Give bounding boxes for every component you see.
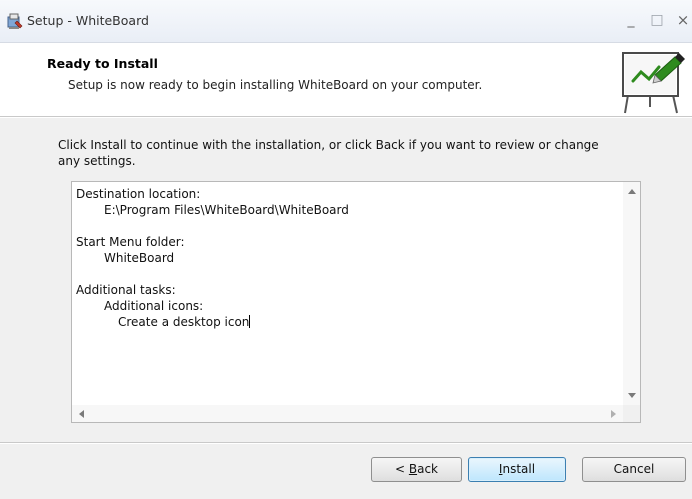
maximize-button[interactable]: □ (649, 12, 665, 28)
text-caret (249, 315, 251, 328)
scroll-down-arrow-icon[interactable] (628, 393, 636, 398)
tasks-group: Additional icons: (104, 299, 204, 313)
tasks-item: Create a desktop icon (76, 314, 616, 330)
setup-window: Setup - WhiteBoard _ □ × Ready to Instal… (0, 0, 692, 499)
page-title: Ready to Install (47, 56, 158, 71)
title-bar[interactable]: Setup - WhiteBoard _ □ × (0, 0, 692, 43)
vertical-scrollbar[interactable] (623, 182, 640, 405)
tasks-label: Additional tasks: (76, 283, 176, 297)
minimize-button[interactable]: _ (623, 12, 639, 28)
start-menu-value: WhiteBoard (104, 251, 175, 265)
tasks-item-text: Create a desktop icon (118, 315, 250, 329)
scroll-up-arrow-icon[interactable] (628, 189, 636, 194)
horizontal-scrollbar[interactable] (72, 405, 623, 422)
whiteboard-easel-icon (615, 45, 687, 115)
wizard-header: Ready to Install Setup is now ready to b… (0, 43, 692, 117)
cancel-button[interactable]: Cancel (582, 457, 686, 482)
summary-text[interactable]: Destination location: E:\Program Files\W… (76, 186, 616, 330)
back-button[interactable]: < Back (371, 457, 462, 482)
ready-summary-memo[interactable]: Destination location: E:\Program Files\W… (71, 181, 641, 423)
install-button[interactable]: Install (468, 457, 566, 482)
window-title: Setup - WhiteBoard (27, 13, 149, 28)
instructions-text: Click Install to continue with the insta… (58, 138, 599, 168)
scroll-left-arrow-icon[interactable] (79, 410, 84, 418)
page-subtitle: Setup is now ready to begin installing W… (68, 78, 483, 92)
destination-value: E:\Program Files\WhiteBoard\WhiteBoard (104, 203, 349, 217)
close-button[interactable]: × (675, 12, 691, 28)
header-divider (0, 117, 692, 118)
scrollbar-corner (623, 405, 640, 422)
setup-app-icon (6, 12, 24, 30)
scroll-right-arrow-icon[interactable] (611, 410, 616, 418)
start-menu-label: Start Menu folder: (76, 235, 185, 249)
destination-label: Destination location: (76, 187, 201, 201)
